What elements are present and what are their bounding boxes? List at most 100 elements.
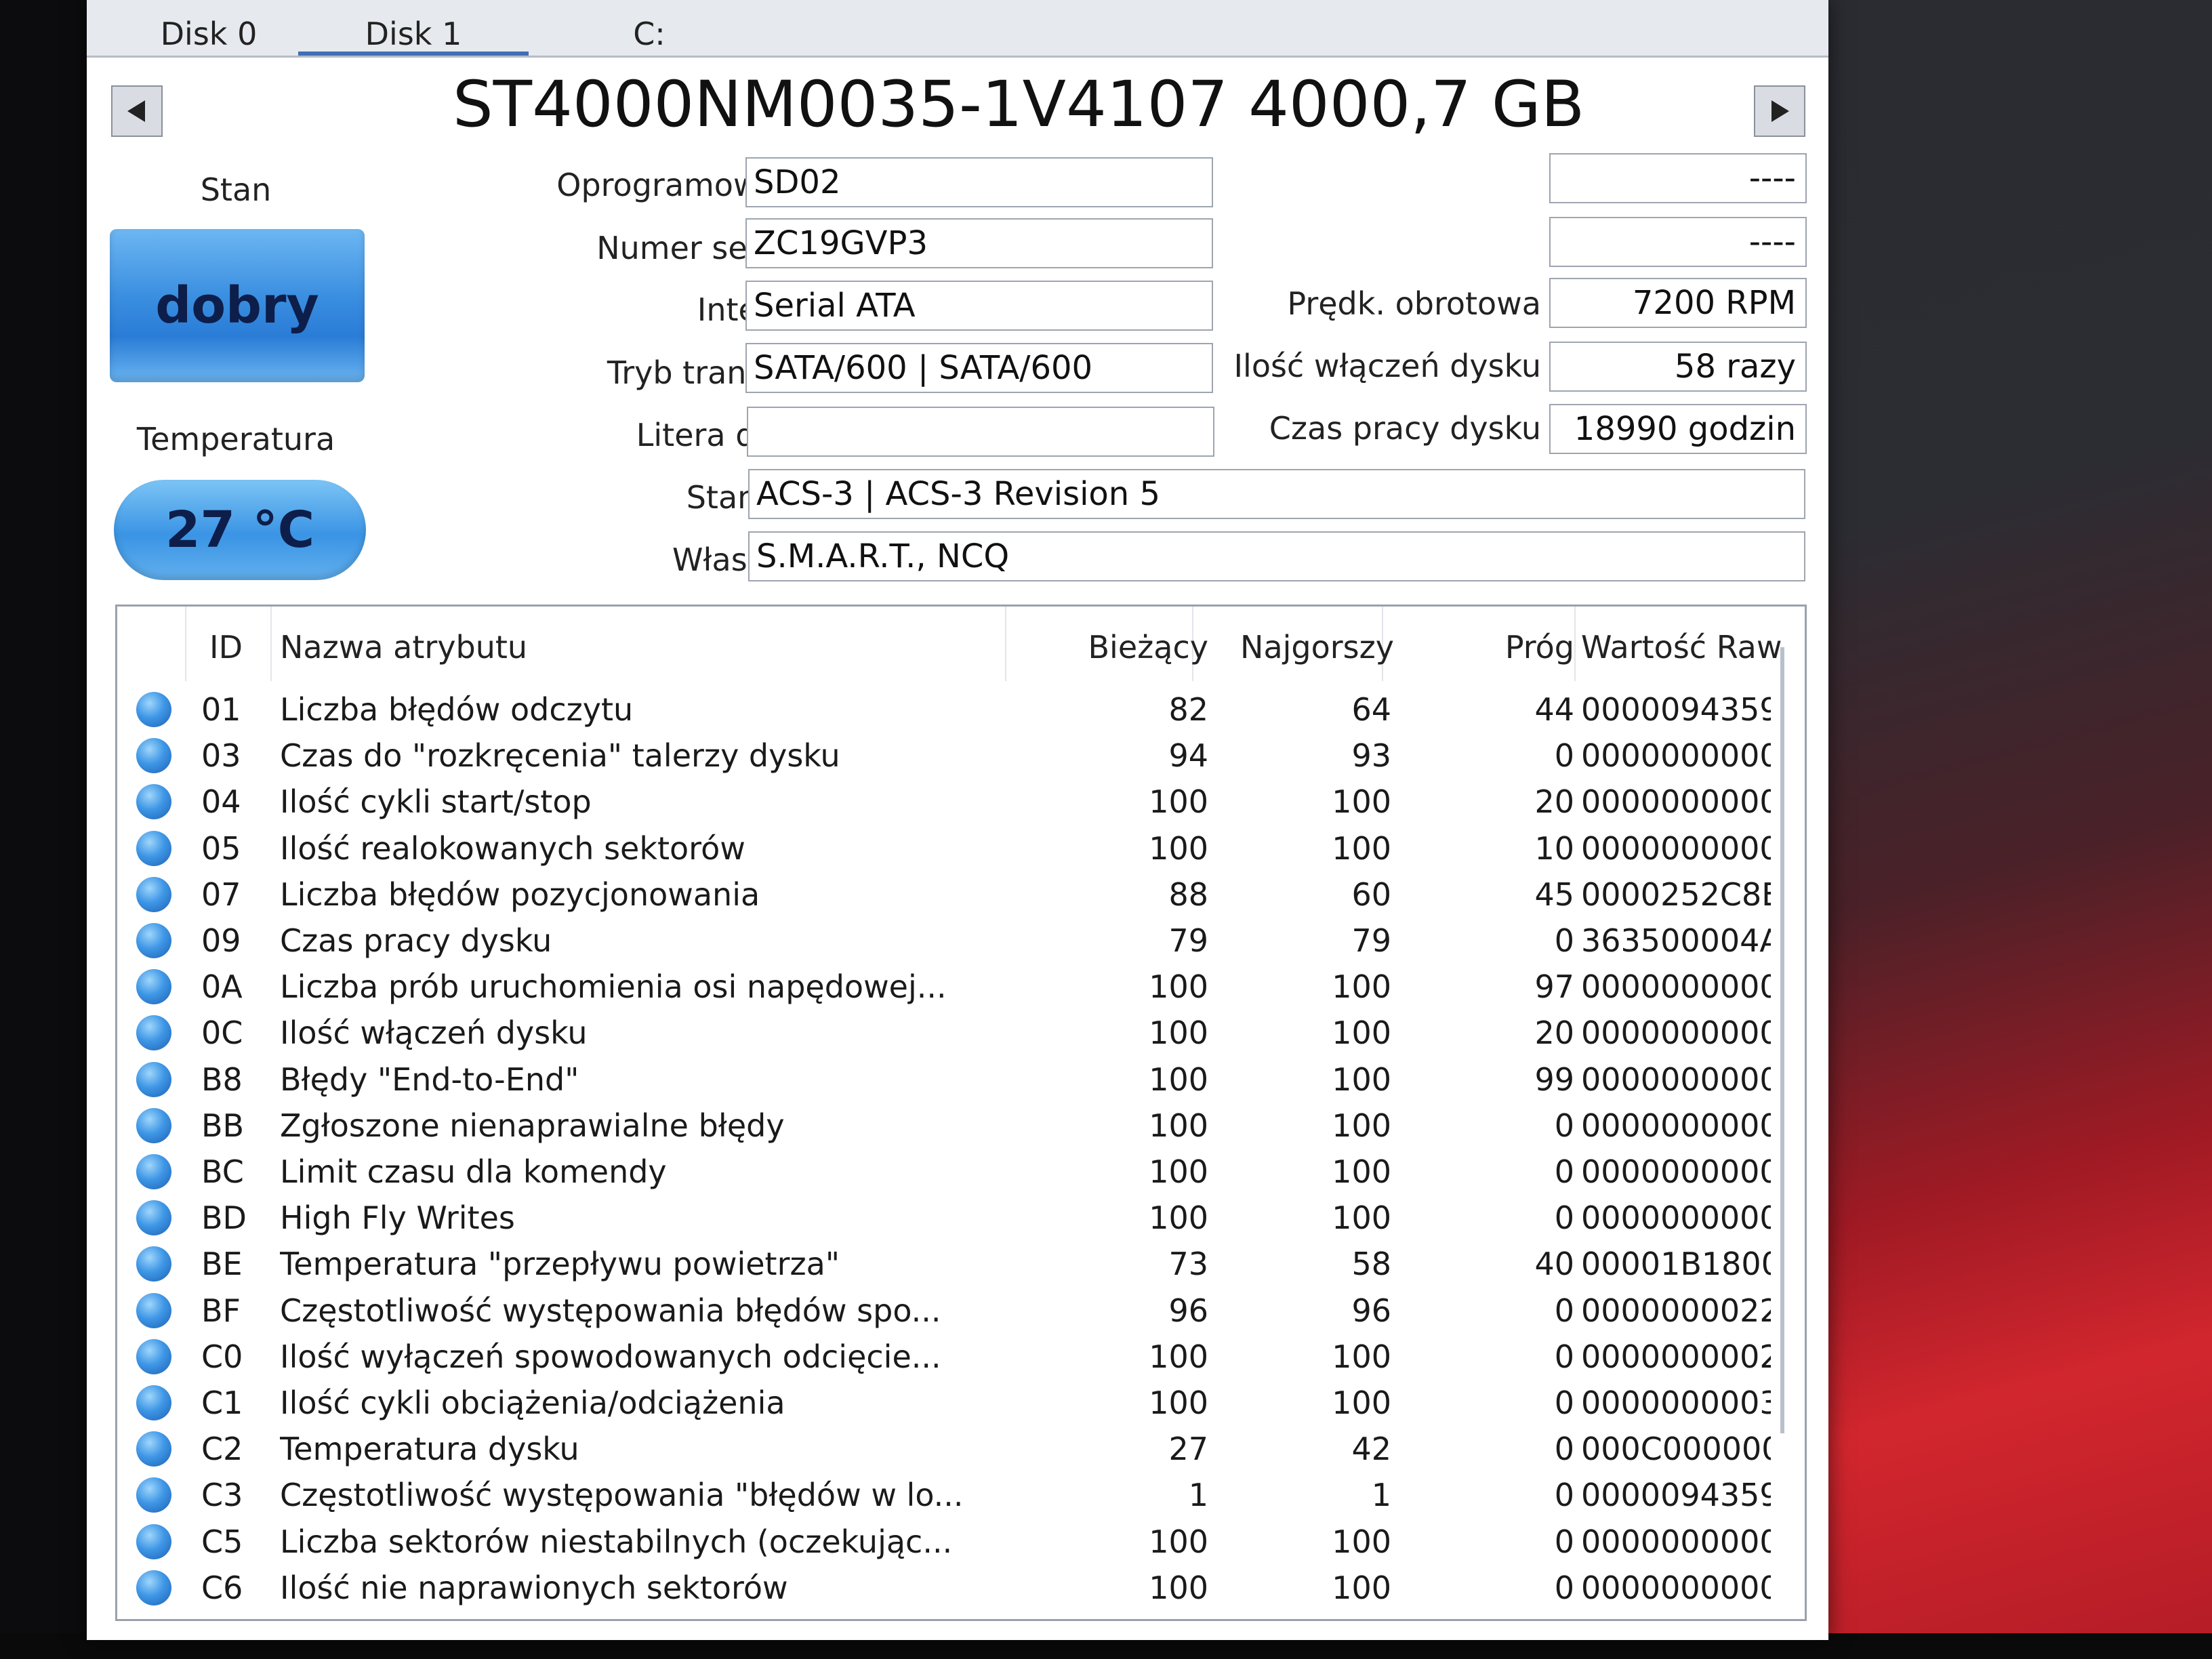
crystaldiskinfo-window: Disk 0 Disk 1 C: ST4000NM0035-1V4107 400… — [87, 0, 1828, 1640]
raw-value: 000000000000 — [1581, 1200, 1771, 1237]
table-row[interactable]: C2 Temperatura dysku 27 42 0000C0000001B — [117, 1426, 1771, 1472]
worst-value: 100 — [1332, 1061, 1391, 1098]
table-row[interactable]: BF Częstotliwość występowania błędów spo.… — [117, 1288, 1771, 1334]
current-value: 100 — [1149, 968, 1208, 1006]
table-row[interactable]: 0A Liczba prób uruchomienia osi napędowej… — [117, 964, 1771, 1010]
column-header-name[interactable]: Nazwa atrybutu — [280, 627, 527, 668]
column-header-current[interactable]: Bieżący — [1025, 627, 1209, 668]
attribute-name: Temperatura "przepływu powietrza" — [280, 1246, 840, 1283]
raw-value: 000000000000 — [1581, 1107, 1771, 1144]
threshold-value: 0 — [1554, 1153, 1574, 1190]
status-dot-icon — [136, 692, 171, 727]
worst-value: 60 — [1351, 876, 1391, 913]
firmware-field: SD02 — [745, 157, 1213, 207]
threshold-value: 0 — [1554, 1338, 1574, 1375]
current-value: 100 — [1149, 1015, 1208, 1052]
threshold-value: 20 — [1534, 1015, 1574, 1052]
table-row[interactable]: C5 Liczba sektorów niestabilnych (oczekuj… — [117, 1519, 1771, 1565]
attribute-name: Liczba błędów odczytu — [280, 691, 634, 728]
status-dot-icon — [136, 1246, 171, 1282]
threshold-value: 20 — [1534, 783, 1574, 821]
attribute-name: Liczba błędów pozycjonowania — [280, 876, 760, 913]
temperature-badge[interactable]: 27 °C — [114, 480, 366, 580]
disk-title: ST4000NM0035-1V4107 4000,7 GB — [453, 68, 1585, 142]
transfer-mode-field: SATA/600 | SATA/600 — [745, 343, 1213, 393]
worst-value: 96 — [1351, 1292, 1391, 1329]
next-disk-button[interactable] — [1754, 85, 1805, 137]
table-row[interactable]: 09 Czas pracy dysku 79 79 0363500004A2E — [117, 918, 1771, 964]
status-dot-icon — [136, 1107, 171, 1143]
current-value: 96 — [1168, 1292, 1208, 1329]
column-header-id[interactable]: ID — [209, 627, 243, 668]
status-dot-icon — [136, 1570, 171, 1605]
table-row[interactable]: 01 Liczba błędów odczytu 82 64 4400000943596… — [117, 687, 1771, 733]
attribute-id: 0C — [201, 1015, 243, 1052]
table-row[interactable]: B8 Błędy "End-to-End" 100 100 99000000000000 — [117, 1057, 1771, 1103]
column-header-worst[interactable]: Najgorszy — [1215, 627, 1394, 668]
worst-value: 93 — [1351, 737, 1391, 775]
threshold-value: 99 — [1534, 1061, 1574, 1098]
table-row[interactable]: C3 Częstotliwość występowania "błędów w l… — [117, 1472, 1771, 1518]
worst-value: 100 — [1332, 1569, 1391, 1606]
table-row[interactable]: C1 Ilość cykli obciążenia/odciążenia 100 10… — [117, 1380, 1771, 1426]
tab-disk-0[interactable]: Disk 0 — [141, 0, 276, 56]
table-row[interactable]: BC Limit czasu dla komendy 100 100 0 00000000… — [117, 1149, 1771, 1195]
table-row[interactable]: BE Temperatura "przepływu powietrza" 73 58 4… — [117, 1241, 1771, 1287]
attribute-id: 01 — [201, 691, 241, 728]
rotation-rate-label: Prędk. obrotowa — [1287, 285, 1541, 322]
table-row[interactable]: C6 Ilość nie naprawionych sektorów 100 100 0… — [117, 1565, 1771, 1611]
attribute-name: Ilość włączeń dysku — [280, 1015, 588, 1052]
column-separator — [1005, 607, 1006, 681]
attribute-name: High Fly Writes — [280, 1200, 515, 1237]
smart-attributes-table[interactable]: ID Nazwa atrybutu Bieżący Najgorszy Próg… — [115, 605, 1807, 1621]
table-row[interactable]: BB Zgłoszone nienaprawialne błędy 100 100 0 0… — [117, 1103, 1771, 1149]
table-row[interactable]: 03 Czas do "rozkręcenia" talerzy dysku 94 9… — [117, 733, 1771, 779]
raw-value: 000000000000 — [1581, 1061, 1771, 1098]
raw-value: 000000000000 — [1581, 830, 1771, 867]
interface-field: Serial ATA — [745, 281, 1213, 331]
status-dot-icon — [136, 1015, 171, 1051]
table-row[interactable]: 04 Ilość cykli start/stop 100 100 20 00000000… — [117, 779, 1771, 825]
drive-letter-field — [747, 407, 1214, 457]
raw-value: 000000000000 — [1581, 968, 1771, 1006]
threshold-value: 97 — [1534, 968, 1574, 1006]
column-header-threshold[interactable]: Próg — [1398, 627, 1574, 668]
raw-value: 000009435969 — [1581, 1477, 1771, 1514]
current-value: 100 — [1149, 1569, 1208, 1606]
health-status-badge[interactable]: dobry — [110, 229, 365, 382]
current-value: 82 — [1168, 691, 1208, 728]
previous-disk-button[interactable] — [111, 85, 163, 137]
attribute-id: BB — [201, 1107, 245, 1144]
worst-value: 100 — [1332, 1523, 1391, 1560]
threshold-value: 0 — [1554, 1200, 1574, 1237]
table-row[interactable]: 0C Ilość włączeń dysku 100 100 2000000000003… — [117, 1010, 1771, 1056]
attribute-name: Ilość realokowanych sektorów — [280, 830, 745, 867]
disk-tab-bar: Disk 0 Disk 1 C: — [87, 0, 1828, 58]
tab-label: Disk 0 — [160, 16, 258, 52]
status-dot-icon — [136, 784, 171, 820]
raw-value: 000000000000 — [1581, 1153, 1771, 1190]
scrollbar[interactable] — [1780, 647, 1784, 1433]
tab-disk-1[interactable]: Disk 1 — [298, 0, 529, 56]
tab-drive-c[interactable]: C: — [602, 0, 697, 56]
worst-value: 100 — [1332, 1153, 1391, 1190]
table-row[interactable]: 07 Liczba błędów pozycjonowania 88 60 45 0000… — [117, 872, 1771, 918]
table-row[interactable]: 05 Ilość realokowanych sektorów 100 100 10 00… — [117, 825, 1771, 872]
table-row[interactable]: BD High Fly Writes 100 100 0000000000000 — [117, 1195, 1771, 1241]
status-dot-icon — [136, 1338, 171, 1374]
worst-value: 100 — [1332, 1200, 1391, 1237]
power-on-hours-field: 18990 godzin — [1549, 404, 1807, 454]
status-dot-icon — [136, 1477, 171, 1513]
worst-value: 100 — [1332, 968, 1391, 1006]
worst-value: 100 — [1332, 1107, 1391, 1144]
raw-value: 363500004A2E — [1581, 922, 1771, 959]
column-header-raw-value[interactable]: Wartość Raw — [1581, 627, 1782, 668]
raw-value: 000C0000001B — [1581, 1431, 1771, 1468]
status-dot-icon — [136, 876, 171, 912]
current-value: 1 — [1188, 1477, 1208, 1514]
table-row[interactable]: C0 Ilość wyłączeń spowodowanych odcięcie.… — [117, 1334, 1771, 1380]
current-value: 73 — [1168, 1246, 1208, 1283]
threshold-value: 10 — [1534, 830, 1574, 867]
column-separator — [1574, 607, 1576, 681]
worst-value: 100 — [1332, 830, 1391, 867]
